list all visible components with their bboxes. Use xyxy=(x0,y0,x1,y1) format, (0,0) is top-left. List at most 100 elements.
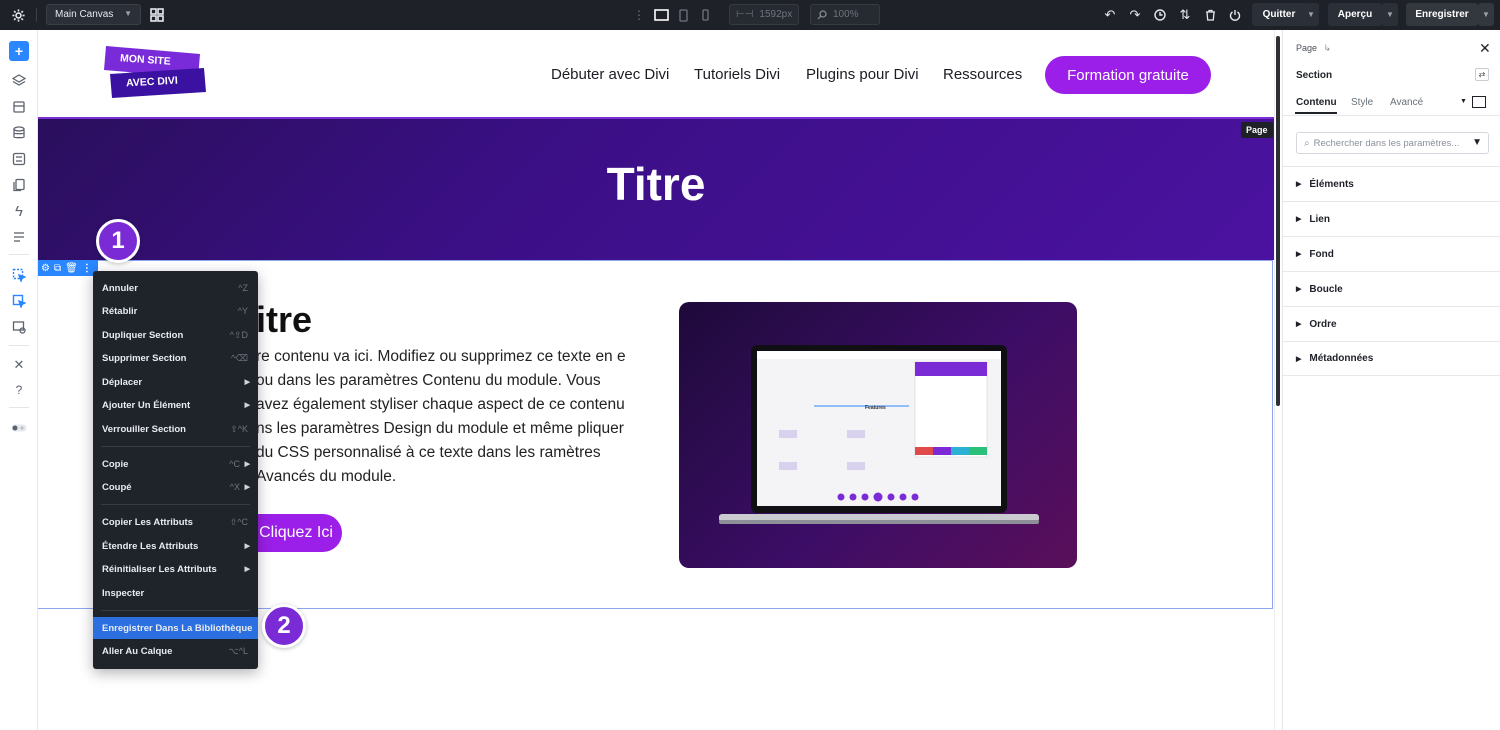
history-clock-icon[interactable] xyxy=(1152,0,1168,30)
menu-item-label: Enregistrer Dans La Bibliothèque xyxy=(102,622,253,634)
hero-section[interactable]: Titre xyxy=(38,117,1274,260)
undo-icon[interactable]: ↶ xyxy=(1102,0,1118,30)
settings-search-input[interactable]: ⌕ Rechercher dans les paramètres... ▼ xyxy=(1296,132,1489,154)
phone-view-icon[interactable] xyxy=(698,0,712,30)
section-more-icon[interactable]: ⋮ xyxy=(82,263,92,274)
panel-options-icon[interactable]: ⇄ xyxy=(1475,68,1489,81)
drag-handle-icon[interactable]: ⋮ xyxy=(633,0,645,30)
layers-icon[interactable] xyxy=(9,71,29,91)
expand-triangle-icon: ▶ xyxy=(1296,251,1302,258)
save-menu-chevron-icon[interactable]: ▼ xyxy=(1478,3,1494,26)
lightning-icon[interactable]: ϟ xyxy=(9,201,29,221)
database-icon[interactable] xyxy=(9,123,29,143)
trash-icon[interactable] xyxy=(1202,0,1218,30)
quit-button[interactable]: Quitter xyxy=(1252,3,1306,26)
list-settings-icon[interactable] xyxy=(9,227,29,247)
device-chevron-down-icon[interactable]: ▼ xyxy=(1460,98,1467,105)
formation-button[interactable]: Formation gratuite xyxy=(1045,56,1211,94)
settings-group-ordre[interactable]: ▶ Ordre xyxy=(1283,306,1500,341)
menu-item-aller-calque[interactable]: Aller Au Calque ⌥^L xyxy=(93,640,258,662)
settings-group-label: Lien xyxy=(1309,213,1330,225)
menu-item-dupliquer-section[interactable]: Dupliquer Section ^⇧D xyxy=(93,324,258,346)
grid-view-icon[interactable] xyxy=(148,0,166,30)
sort-arrows-icon[interactable]: ⇅ xyxy=(1177,0,1193,30)
menu-item-etendre-attributs[interactable]: Étendre Les Attributs ▶ xyxy=(93,535,258,557)
menu-item-label: Coupé xyxy=(102,481,132,493)
menu-item-annuler[interactable]: Annuler ^Z xyxy=(93,277,258,299)
add-plus-icon[interactable]: + xyxy=(9,41,29,61)
nav-item-ressources[interactable]: Ressources xyxy=(943,66,1022,83)
menu-item-deplacer[interactable]: Déplacer ▶ xyxy=(93,371,258,393)
section-duplicate-icon[interactable]: ⧉ xyxy=(54,263,61,274)
close-icon[interactable]: ✕ xyxy=(1479,40,1491,57)
help-question-icon[interactable]: ? xyxy=(9,380,29,400)
menu-item-enregistrer-bibliotheque[interactable]: Enregistrer Dans La Bibliothèque xyxy=(93,617,258,639)
nav-item-plugins[interactable]: Plugins pour Divi xyxy=(806,66,919,83)
quit-menu-chevron-icon[interactable]: ▼ xyxy=(1303,3,1319,26)
responsive-icon[interactable] xyxy=(9,317,29,337)
section-delete-icon[interactable]: 🗑 xyxy=(65,263,78,274)
expand-triangle-icon: ▶ xyxy=(1296,355,1302,363)
tab-style[interactable]: Style xyxy=(1351,97,1373,108)
pages-icon[interactable] xyxy=(9,97,29,117)
menu-item-verrouiller-section[interactable]: Verrouiller Section ⇧^K xyxy=(93,418,258,440)
hero-title: Titre xyxy=(606,158,706,210)
toggle-mode-icon[interactable] xyxy=(9,418,29,438)
page-tag: Page xyxy=(1241,122,1273,138)
settings-group-metadonnees[interactable]: ▶ Métadonnées xyxy=(1283,341,1500,376)
canvas-select-label: Main Canvas xyxy=(55,9,114,20)
zoom-field[interactable]: 100% xyxy=(810,4,880,25)
site-logo[interactable]: MON SITE AVEC DIVI xyxy=(102,46,208,104)
copy-pages-icon[interactable] xyxy=(9,175,29,195)
menu-item-shortcut: ^Z xyxy=(238,283,248,293)
canvas-width-value: 1592px xyxy=(759,9,793,20)
nav-item-tutoriels[interactable]: Tutoriels Divi xyxy=(694,66,780,83)
menu-item-label: Déplacer xyxy=(102,376,143,388)
zoom-value: 100% xyxy=(833,9,859,20)
menu-item-supprimer-section[interactable]: Supprimer Section ^⌫ xyxy=(93,347,258,369)
desktop-view-icon[interactable] xyxy=(652,0,670,30)
save-button[interactable]: Enregistrer xyxy=(1406,3,1478,26)
settings-group-boucle[interactable]: ▶ Boucle xyxy=(1283,271,1500,306)
menu-item-copier-attributs[interactable]: Copier Les Attributs ⇧^C xyxy=(93,511,258,533)
settings-gear-icon[interactable] xyxy=(8,0,28,30)
menu-item-copie[interactable]: Copie ^C ▶ xyxy=(93,453,258,475)
tab-avance[interactable]: Avancé xyxy=(1390,97,1423,108)
submenu-arrow-icon: ▶ xyxy=(244,484,250,491)
context-menu: Annuler ^Z Rétablir ^Y Dupliquer Section… xyxy=(93,271,258,669)
menu-item-ajouter-element[interactable]: Ajouter Un Élément ▶ xyxy=(93,394,258,416)
desktop-preview-icon[interactable] xyxy=(1472,96,1486,108)
select-element-icon[interactable] xyxy=(9,265,29,285)
sidebar-divider xyxy=(9,345,29,346)
breadcrumb[interactable]: Page ↳ xyxy=(1296,43,1331,54)
preview-button[interactable]: Aperçu xyxy=(1328,3,1382,26)
zoom-search-icon xyxy=(817,9,827,19)
expand-triangle-icon: ▶ xyxy=(1296,321,1302,328)
canvas-width-field[interactable]: ⊢⊣ 1592px xyxy=(729,4,799,25)
menu-item-reinitialiser-attributs[interactable]: Réinitialiser Les Attributs ▶ xyxy=(93,558,258,580)
settings-group-lien[interactable]: ▶ Lien xyxy=(1283,201,1500,236)
menu-item-retablir[interactable]: Rétablir ^Y xyxy=(93,300,258,322)
nav-item-debuter[interactable]: Débuter avec Divi xyxy=(551,66,669,83)
canvas-select[interactable]: Main Canvas ▼ xyxy=(46,4,141,25)
select-multiple-icon[interactable] xyxy=(9,291,29,311)
settings-group-elements[interactable]: ▶ Éléments xyxy=(1283,166,1500,201)
tools-icon[interactable]: ✕ xyxy=(9,355,29,375)
menu-divider xyxy=(101,610,250,611)
chevron-down-icon: ▼ xyxy=(124,9,132,18)
power-icon[interactable] xyxy=(1227,0,1243,30)
top-toolbar: Main Canvas ▼ ⋮ ⊢⊣ 1592px 100% ↶ ↷ ⇅ Qui… xyxy=(0,0,1500,30)
section-body-text: re contenu va ici. Modifiez ou supprimez… xyxy=(256,348,626,485)
menu-item-shortcut: ⌥^L xyxy=(228,645,248,656)
redo-icon[interactable]: ↷ xyxy=(1127,0,1143,30)
tablet-view-icon[interactable] xyxy=(676,0,690,30)
preview-menu-chevron-icon[interactable]: ▼ xyxy=(1382,3,1398,26)
variables-icon[interactable] xyxy=(9,149,29,169)
filter-icon[interactable]: ▼ xyxy=(1472,137,1482,148)
menu-item-inspecter[interactable]: Inspecter xyxy=(93,582,258,604)
menu-item-coupe[interactable]: Coupé ^X ▶ xyxy=(93,476,258,498)
tab-contenu[interactable]: Contenu xyxy=(1296,97,1337,108)
settings-group-fond[interactable]: ▶ Fond xyxy=(1283,236,1500,271)
section-settings-icon[interactable]: ⚙ xyxy=(41,263,50,274)
canvas-scrollbar-thumb[interactable] xyxy=(1276,36,1280,406)
